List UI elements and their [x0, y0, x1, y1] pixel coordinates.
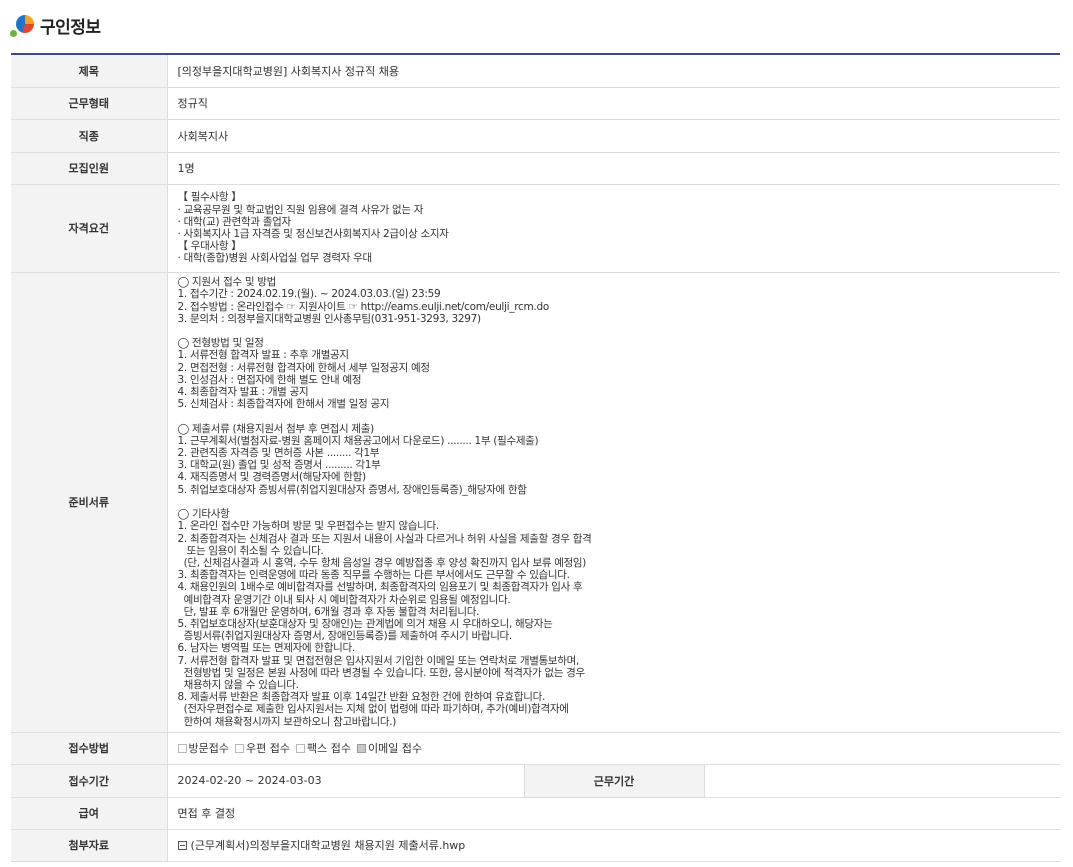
- logo-icon: [10, 13, 34, 37]
- value-qualifications: 【 필수사항 】 · 교육공무원 및 학교법인 직원 임용에 결격 사유가 없는…: [167, 184, 1060, 273]
- file-icon: [177, 841, 187, 850]
- checkbox-email[interactable]: [356, 743, 366, 753]
- value-apply-method: 방문접수 우편 접수 팩스 접수 이메일 접수: [167, 732, 1061, 765]
- row-documents: 준비서류 ◯ 지원서 접수 및 방법 1. 접수기간 : 2024.02.19.…: [11, 272, 1060, 733]
- value-salary: 면접 후 결정: [167, 797, 1060, 830]
- job-info-table: 제목 [의정부을지대학교병원] 사회복지사 정규직 채용 근무형태 정규직 직종…: [11, 53, 1060, 862]
- label-work-period: 근무기간: [523, 764, 705, 798]
- page-title: 구인정보: [40, 17, 101, 38]
- apply-method-options: 방문접수 우편 접수 팩스 접수 이메일 접수: [177, 740, 1061, 756]
- documents-text: ◯ 지원서 접수 및 방법 1. 접수기간 : 2024.02.19.(월). …: [177, 276, 592, 728]
- label-apply-method: 접수방법: [11, 732, 168, 765]
- row-apply-period: 접수기간 2024-02-20 ~ 2024-03-03 근무기간: [11, 764, 1060, 798]
- page-header: 구인정보: [10, 10, 101, 40]
- option-visit[interactable]: 방문접수: [177, 740, 229, 756]
- value-documents: ◯ 지원서 접수 및 방법 1. 접수기간 : 2024.02.19.(월). …: [167, 272, 1060, 733]
- value-employment-type: 정규직: [167, 87, 1060, 120]
- checkbox-visit[interactable]: [177, 743, 187, 753]
- row-job-category: 직종 사회복지사: [11, 119, 1060, 153]
- row-title: 제목 [의정부을지대학교병원] 사회복지사 정규직 채용: [11, 54, 1060, 88]
- row-attachment: 첨부자료 (근무계획서)의정부을지대학교병원 채용지원 제출서류.hwp: [11, 829, 1060, 862]
- label-documents: 준비서류: [11, 272, 168, 733]
- value-apply-period: 2024-02-20 ~ 2024-03-03: [167, 764, 524, 798]
- checkbox-mail[interactable]: [234, 743, 244, 753]
- checkbox-fax[interactable]: [295, 743, 305, 753]
- row-qualifications: 자격요건 【 필수사항 】 · 교육공무원 및 학교법인 직원 임용에 결격 사…: [11, 184, 1060, 273]
- label-apply-period: 접수기간: [11, 764, 168, 798]
- option-email[interactable]: 이메일 접수: [356, 740, 422, 756]
- value-work-period: [704, 764, 1060, 798]
- option-mail[interactable]: 우편 접수: [234, 740, 290, 756]
- value-attachment: (근무계획서)의정부을지대학교병원 채용지원 제출서류.hwp: [167, 829, 1060, 862]
- value-title: [의정부을지대학교병원] 사회복지사 정규직 채용: [167, 54, 1060, 88]
- qualifications-text: 【 필수사항 】 · 교육공무원 및 학교법인 직원 임용에 결격 사유가 없는…: [177, 191, 449, 265]
- row-employment-type: 근무형태 정규직: [11, 87, 1060, 120]
- label-qualifications: 자격요건: [11, 184, 168, 273]
- value-job-category: 사회복지사: [167, 119, 1060, 153]
- option-fax[interactable]: 팩스 접수: [295, 740, 351, 756]
- label-title: 제목: [11, 54, 168, 88]
- row-apply-method: 접수방법 방문접수 우편 접수 팩스 접수 이메일 접수: [11, 732, 1061, 765]
- value-headcount: 1명: [167, 152, 1060, 185]
- label-job-category: 직종: [11, 119, 168, 153]
- label-employment-type: 근무형태: [11, 87, 168, 120]
- attachment-link[interactable]: (근무계획서)의정부을지대학교병원 채용지원 제출서류.hwp: [191, 839, 466, 852]
- label-salary: 급여: [11, 797, 168, 830]
- row-headcount: 모집인원 1명: [11, 152, 1060, 185]
- label-headcount: 모집인원: [11, 152, 168, 185]
- row-salary: 급여 면접 후 결정: [11, 797, 1060, 830]
- label-attachment: 첨부자료: [11, 829, 168, 862]
